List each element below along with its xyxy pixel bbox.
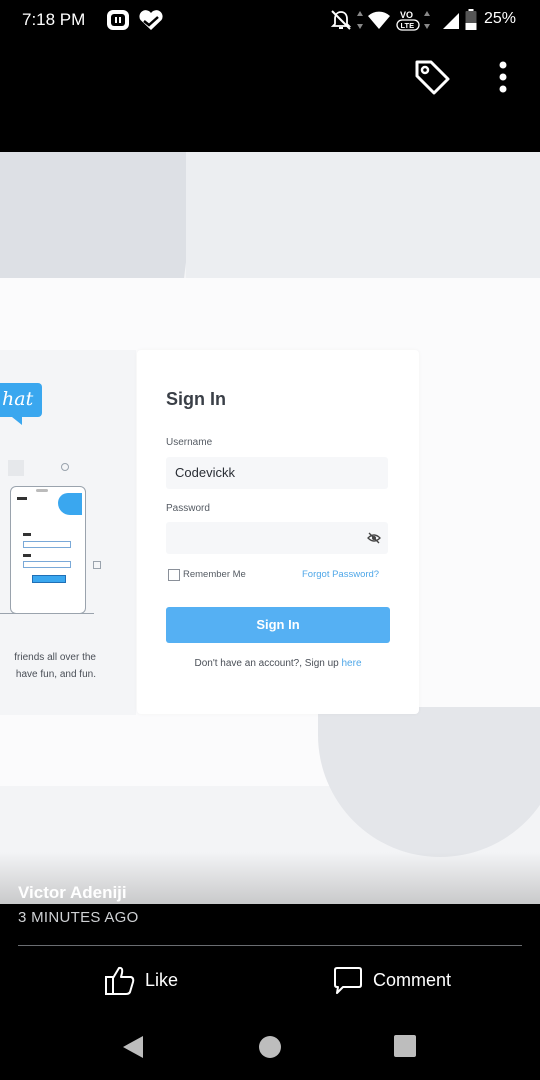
signin-card: Sign In Username Codevickk Password Reme… [137,350,419,714]
comment-icon [334,967,362,994]
phone-field [23,541,71,548]
notifications-off-icon [330,10,352,30]
phone-line [17,497,27,500]
data-arrows-icon [357,11,363,29]
data-arrows-icon [424,11,430,29]
post-photo[interactable]: hat friends all over the have fun, and f… [0,152,540,904]
signup-link[interactable]: here [342,658,362,669]
phone-line [23,554,31,557]
signin-button[interactable]: Sign In [166,607,390,643]
phone-notch [36,489,48,492]
password-label: Password [166,503,210,514]
background-shape [186,152,540,278]
signup-prompt: Don't have an account?, Sign up here [137,658,419,669]
post-author[interactable]: Victor Adeniji [18,883,127,903]
more-vert-icon[interactable] [497,60,509,94]
phone-header-shape [58,493,82,515]
chat-logo-tail [12,417,22,425]
illustration-ground-line [0,613,94,614]
background-circle [318,707,540,857]
home-icon[interactable] [257,1034,283,1060]
health-heart-icon [139,10,163,31]
phone-line [23,533,31,536]
background-shape [0,152,200,278]
screen-record-icon [107,10,129,30]
post-timestamp: 3 MINUTES AGO [18,909,139,926]
password-field[interactable] [166,522,388,554]
phone-field [23,561,71,568]
signup-text: Don't have an account?, Sign up [194,658,339,669]
phone-button [32,575,66,583]
decoration-square [93,561,101,569]
battery-percent: 25% [484,10,517,27]
tag-icon[interactable] [413,58,451,96]
status-time: 7:18 PM [22,10,86,29]
like-button[interactable]: Like [104,962,214,998]
back-icon[interactable] [120,1033,146,1061]
comment-button[interactable]: Comment [332,962,492,998]
decoration-square [8,460,24,476]
recents-icon[interactable] [393,1034,417,1058]
remember-label: Remember Me [183,569,246,580]
svg-text:VO: VO [400,10,413,20]
username-label: Username [166,437,213,448]
remember-checkbox[interactable] [168,569,180,581]
chat-logo: hat [0,383,42,417]
decoration-circle [61,463,69,471]
like-label: Like [145,970,179,990]
username-value: Codevickk [175,465,235,480]
comment-label: Comment [373,970,452,990]
eye-off-icon[interactable] [367,532,381,544]
wifi-icon [368,11,390,29]
svg-text:LTE: LTE [401,21,415,30]
battery-icon [465,9,477,30]
volte-icon: VO LTE [396,10,420,31]
illustration-caption: friends all over the have fun, and fun. [0,649,96,683]
signal-icon [443,13,459,29]
divider [18,945,522,946]
signin-title: Sign In [166,389,226,409]
thumbs-up-icon [105,966,135,995]
caption-line: have fun, and fun. [15,669,96,680]
status-bar: 7:18 PM VO LTE 25% [0,0,540,40]
username-field[interactable]: Codevickk [166,457,388,489]
caption-line: friends all over the [14,652,96,663]
forgot-password-link[interactable]: Forgot Password? [302,569,379,580]
